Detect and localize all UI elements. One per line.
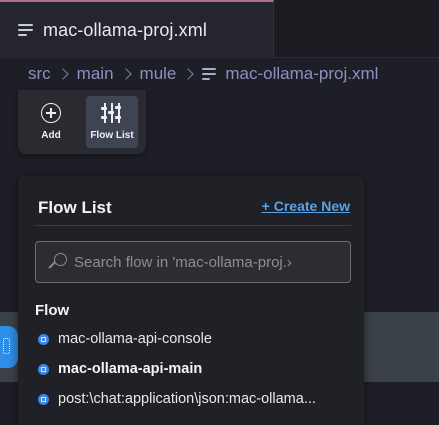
breadcrumb-item-file[interactable]: mac-ollama-proj.xml <box>225 64 378 84</box>
section-label-flow: Flow <box>35 302 70 319</box>
breadcrumb-item-main[interactable]: main <box>77 64 114 84</box>
flow-list-item-selected[interactable]: mac-ollama-api-main <box>38 358 202 380</box>
flow-node-icon <box>3 338 10 354</box>
create-new-link[interactable]: + Create New <box>262 198 350 214</box>
flow-list-button-label: Flow List <box>90 130 134 141</box>
search-input[interactable] <box>72 252 341 272</box>
file-lines-icon <box>18 23 33 37</box>
breadcrumb-item-mule[interactable]: mule <box>140 64 177 84</box>
tab-title: mac-ollama-proj.xml <box>43 19 207 40</box>
plus-circle-icon <box>40 102 62 124</box>
editor-tab[interactable]: mac-ollama-proj.xml <box>0 0 274 58</box>
flow-list-item-label: post:\chat:application\json:mac-ollama..… <box>58 391 316 407</box>
file-lines-icon <box>202 67 217 81</box>
flow-list-panel: Flow List + Create New Flow mac-ollama-a… <box>18 176 364 425</box>
flow-icon <box>38 363 49 375</box>
chevron-right-icon <box>182 68 195 80</box>
editor-tab-bar: mac-ollama-proj.xml <box>0 0 439 58</box>
flow-icon <box>38 393 49 405</box>
panel-divider <box>35 225 351 226</box>
flow-icon <box>38 333 49 345</box>
breadcrumb-item-src[interactable]: src <box>28 64 51 84</box>
add-button[interactable]: Add <box>25 96 77 148</box>
flow-list-button[interactable]: Flow List <box>86 96 138 148</box>
chevron-right-icon <box>57 68 69 80</box>
chevron-right-icon <box>119 68 132 80</box>
flow-node-edge[interactable] <box>0 326 18 368</box>
search-field[interactable] <box>35 241 351 283</box>
panel-title: Flow List <box>38 198 112 217</box>
search-icon <box>48 252 68 272</box>
breadcrumb: src main mule mac-ollama-proj.xml <box>0 58 439 90</box>
flow-list-item[interactable]: post:\chat:application\json:mac-ollama..… <box>38 388 316 410</box>
flow-list-item-label: mac-ollama-api-main <box>58 361 203 377</box>
flow-list-item[interactable]: mac-ollama-api-console <box>38 328 212 350</box>
editor-window: mac-ollama-proj.xml src main mule mac-ol… <box>0 0 439 425</box>
add-button-label: Add <box>41 130 61 141</box>
sliders-icon <box>101 102 123 124</box>
flow-list-item-label: mac-ollama-api-console <box>58 331 212 347</box>
canvas-toolbar: Add Flow List <box>18 90 146 154</box>
